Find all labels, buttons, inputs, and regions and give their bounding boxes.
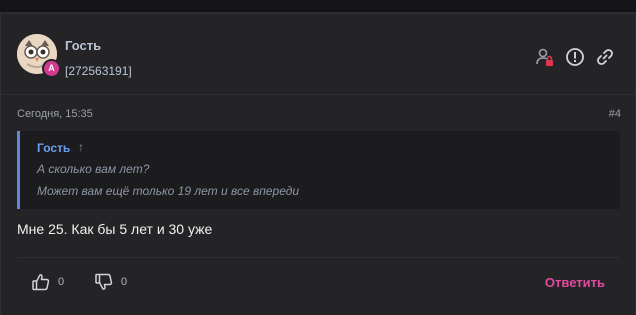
top-strip <box>0 0 636 13</box>
post-date: Сегодня, 15:35 <box>17 108 93 120</box>
footer-divider <box>17 257 619 258</box>
avatar-badge: A <box>42 59 61 78</box>
post-message: Мне 25. Как бы 5 лет и 30 уже <box>17 221 213 237</box>
quote-text-line: А сколько вам лет? <box>37 162 150 176</box>
likes-count: 0 <box>58 276 65 288</box>
quote-up-arrow-icon[interactable]: ↑ <box>78 140 84 154</box>
quote-block: Гость ↑ А сколько вам лет? Может вам ещё… <box>17 131 620 209</box>
dislikes-count: 0 <box>121 276 128 288</box>
author-id: [272563191] <box>65 64 132 78</box>
quote-author[interactable]: Гость <box>37 141 70 155</box>
thumbs-down-icon[interactable] <box>95 273 113 291</box>
author-name[interactable]: Гость <box>65 38 101 53</box>
thumbs-up-icon[interactable] <box>32 273 50 291</box>
avatar[interactable]: A <box>17 34 61 78</box>
post-header: A Гость [272563191] <box>1 14 635 94</box>
reply-button[interactable]: Ответить <box>545 275 605 290</box>
post-number[interactable]: #4 <box>609 108 621 120</box>
user-lock-icon[interactable] <box>535 47 555 67</box>
link-icon[interactable] <box>595 47 615 67</box>
header-divider <box>1 94 635 95</box>
quote-text-line: Может вам ещё только 19 лет и все вперед… <box>37 184 300 198</box>
post-card: A Гость [272563191] Сегодня, 15:35 #4 Го… <box>0 13 636 315</box>
report-icon[interactable] <box>565 47 585 67</box>
